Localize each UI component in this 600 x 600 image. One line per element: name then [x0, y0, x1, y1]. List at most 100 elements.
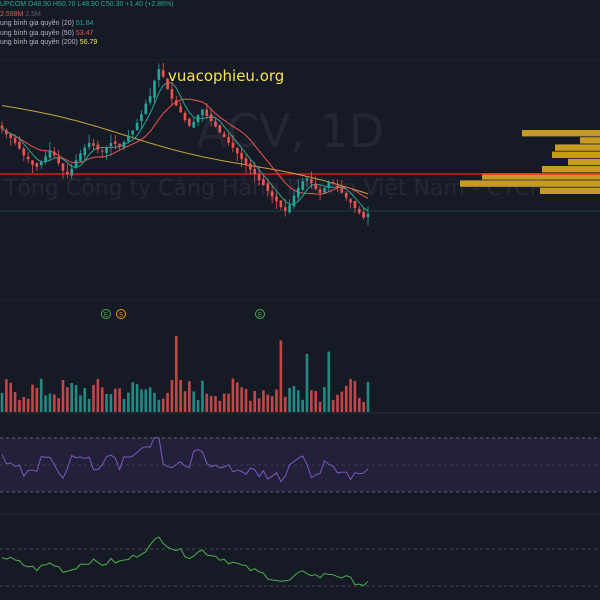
volume-bar	[100, 387, 104, 412]
ma20-value: 51.84	[75, 20, 94, 27]
volume-bar	[257, 398, 261, 412]
candle-body	[148, 95, 152, 103]
candle	[148, 88, 152, 105]
candle	[83, 144, 87, 162]
candle	[174, 95, 178, 107]
company-watermark: Tổng Công ty Cảng Hàng Không Việt Nam - …	[4, 176, 543, 201]
volume-bar	[222, 393, 226, 412]
volume-profile-bar	[552, 151, 600, 158]
chart-legend[interactable]: UPCOM O48.90 H50.70 L48.90 C50.30 +1.40 …	[0, 0, 174, 48]
candle-body	[188, 118, 191, 126]
candle-body	[183, 112, 187, 120]
candle	[179, 102, 182, 113]
candle	[92, 138, 95, 150]
volume-bar	[13, 392, 17, 412]
volume-bar	[109, 393, 113, 412]
volume-bar	[318, 401, 322, 412]
volume-profile-bar	[540, 187, 600, 194]
volume-bar	[327, 351, 331, 412]
lower-indicator-line	[1, 536, 369, 587]
candle-body	[244, 158, 248, 165]
volume-bar	[0, 392, 4, 412]
candle-body	[249, 163, 252, 170]
volume-row: 2.598M 2.5M	[0, 10, 174, 20]
volume-bar	[105, 393, 108, 412]
candle-body	[113, 141, 117, 144]
event-marker-earnings[interactable]: E	[101, 309, 111, 319]
candle-body	[66, 171, 69, 175]
volume-extra: 2.5M	[25, 10, 41, 18]
ma50-row[interactable]: ung bình gia quyền (50) 53.47	[0, 29, 174, 39]
ma200-row[interactable]: ung bình gia quyền (200) 56.79	[0, 38, 174, 48]
volume-bar	[157, 399, 161, 412]
volume-bar	[74, 385, 78, 412]
candle-body	[74, 160, 78, 168]
candle	[57, 150, 60, 167]
volume-bar	[292, 386, 296, 412]
event-marker-split[interactable]: S	[116, 309, 126, 319]
candle-body	[353, 200, 357, 209]
candle-body	[70, 168, 74, 176]
volume-bar	[31, 384, 34, 412]
volume-bar	[336, 394, 339, 412]
price-chart[interactable]: ESE	[0, 0, 600, 600]
candle-body	[170, 89, 174, 99]
volume-bar	[279, 340, 283, 412]
candle-body	[135, 122, 139, 131]
candle-body	[31, 160, 34, 165]
volume-bar	[113, 388, 117, 412]
candle	[26, 151, 30, 164]
candle	[74, 154, 78, 169]
event-markers[interactable]: ESE	[101, 309, 265, 319]
candle	[183, 110, 187, 123]
volume-bar	[331, 399, 335, 412]
event-marker-letter: S	[119, 313, 123, 319]
ma200-label: ung bình gia quyền (200)	[0, 39, 78, 46]
volume-bar	[227, 393, 230, 412]
event-marker-earnings[interactable]: E	[255, 309, 265, 319]
volume-bar	[48, 393, 52, 412]
candle	[188, 117, 191, 128]
volume-bar	[301, 399, 304, 412]
volume-bar	[270, 396, 274, 412]
candle	[22, 146, 26, 162]
volume-bar	[288, 387, 291, 412]
candle-body	[61, 163, 65, 171]
candle-body	[83, 147, 87, 156]
volume-bar	[366, 381, 370, 412]
volume-bar	[266, 394, 270, 412]
volume-value: 2.598M	[0, 10, 24, 18]
candle-body	[192, 121, 196, 128]
volume-bar	[22, 396, 26, 412]
volume-bar	[66, 387, 69, 412]
ma20-label: ung bình gia quyền (20)	[0, 20, 74, 27]
candle-body	[9, 134, 13, 139]
volume-bar	[127, 392, 130, 412]
symbol-watermark: ACV, 1D	[196, 104, 385, 158]
volume-bar	[174, 335, 178, 412]
volume-bar	[231, 378, 235, 412]
volume-bar	[9, 382, 13, 412]
candle	[140, 110, 143, 129]
volume-bar	[205, 393, 209, 412]
volume-bar	[283, 396, 287, 412]
ma20-row[interactable]: ung bình gia quyền (20) 51.84	[0, 19, 174, 29]
candle-body	[161, 70, 165, 77]
volume-bar	[296, 390, 300, 412]
volume-bar	[305, 353, 309, 412]
candle	[52, 146, 56, 159]
rsi-pane	[0, 437, 600, 493]
candle-body	[105, 147, 108, 153]
candle	[288, 199, 291, 214]
candle-body	[153, 80, 156, 98]
volume-bar	[5, 379, 8, 412]
volume-bar	[70, 383, 74, 412]
volume-bar	[61, 379, 65, 412]
candle	[31, 160, 34, 174]
candle	[357, 205, 361, 215]
volume-bar	[153, 392, 156, 412]
volume-profile-bar	[522, 130, 600, 137]
volume-bar	[340, 391, 344, 412]
lower-indicator-pane	[0, 536, 600, 587]
candle-body	[362, 211, 365, 218]
